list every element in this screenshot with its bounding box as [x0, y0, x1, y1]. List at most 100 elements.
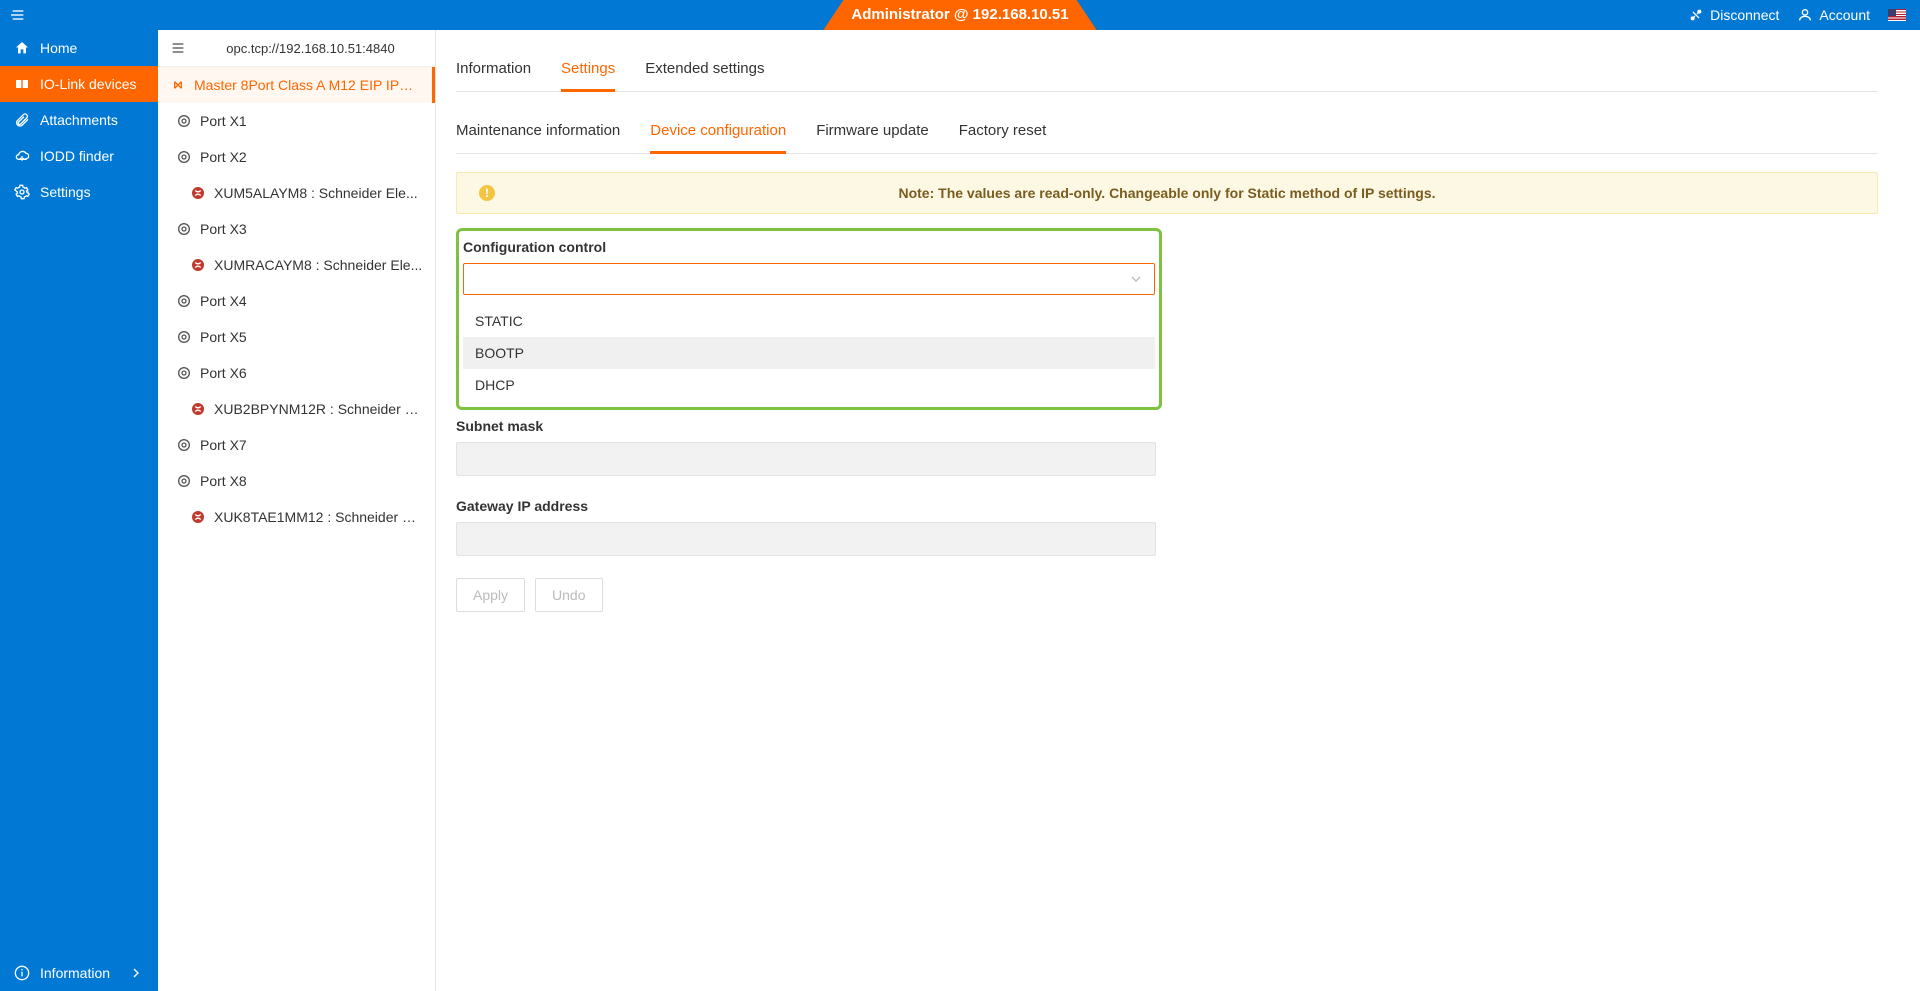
port-icon: [176, 473, 192, 489]
tree-device[interactable]: XUB2BPYNM12R : Schneider E...: [158, 391, 435, 427]
note-text: Note: The values are read-only. Changeab…: [898, 185, 1435, 201]
config-control-dropdown: STATIC BOOTP DHCP: [463, 305, 1155, 401]
tab-information[interactable]: Information: [456, 50, 531, 91]
tree-port-label: Port X5: [200, 329, 247, 345]
port-icon: [176, 365, 192, 381]
home-icon: [14, 40, 30, 56]
apply-button[interactable]: Apply: [456, 578, 525, 612]
nav-label: Settings: [40, 184, 91, 200]
subtab-firmware[interactable]: Firmware update: [816, 114, 929, 153]
disconnect-icon: [1688, 7, 1704, 23]
tree-port-label: Port X1: [200, 113, 247, 129]
port-icon: [176, 221, 192, 237]
paperclip-icon: [14, 112, 30, 128]
main-content: Information Settings Extended settings M…: [436, 30, 1920, 991]
tree-port-label: Port X2: [200, 149, 247, 165]
tree-root[interactable]: Master 8Port Class A M12 EIP IP67 ...: [158, 67, 435, 103]
port-icon: [176, 293, 192, 309]
tree-port-label: Port X4: [200, 293, 247, 309]
tree-device[interactable]: XUK8TAE1MM12 : Schneider E...: [158, 499, 435, 535]
nav-label: Attachments: [40, 112, 118, 128]
tree-port[interactable]: Port X6: [158, 355, 435, 391]
config-control-select[interactable]: [463, 263, 1155, 295]
disconnect-label: Disconnect: [1710, 7, 1779, 23]
device-icon: [190, 509, 206, 525]
warning-icon: !: [479, 185, 495, 201]
menu-toggle-icon[interactable]: [10, 7, 26, 23]
tree-list: Master 8Port Class A M12 EIP IP67 ... Po…: [158, 67, 435, 991]
option-bootp[interactable]: BOOTP: [463, 337, 1155, 369]
nav-iolink-devices[interactable]: IO-Link devices: [0, 66, 158, 102]
subnet-label: Subnet mask: [456, 418, 1878, 434]
tree-port-label: Port X7: [200, 437, 247, 453]
subtab-factory-reset[interactable]: Factory reset: [959, 114, 1047, 153]
tree-header: opc.tcp://192.168.10.51:4840: [158, 30, 435, 67]
topbar: Administrator @ 192.168.10.51 Disconnect…: [0, 0, 1920, 30]
nav-settings[interactable]: Settings: [0, 174, 158, 210]
tree-port-label: Port X6: [200, 365, 247, 381]
nav-information[interactable]: Information: [0, 955, 158, 991]
tree-device[interactable]: XUM5ALAYM8 : Schneider Ele...: [158, 175, 435, 211]
gateway-label: Gateway IP address: [456, 498, 1878, 514]
tree-device-label: XUK8TAE1MM12 : Schneider E...: [214, 509, 423, 525]
port-icon: [176, 113, 192, 129]
tree-device-label: XUM5ALAYM8 : Schneider Ele...: [214, 185, 418, 201]
disconnect-link[interactable]: Disconnect: [1688, 7, 1779, 23]
devices-icon: [14, 76, 30, 92]
tabs-primary: Information Settings Extended settings: [456, 50, 1878, 92]
device-icon: [190, 185, 206, 201]
nav-label: IODD finder: [40, 148, 114, 164]
gateway-input: [456, 522, 1156, 556]
tree-url: opc.tcp://192.168.10.51:4840: [198, 41, 423, 56]
chevron-down-icon: [1128, 271, 1144, 287]
tree-device-label: XUMRACAYM8 : Schneider Ele...: [214, 257, 422, 273]
account-link[interactable]: Account: [1797, 7, 1870, 23]
tree-device[interactable]: XUMRACAYM8 : Schneider Ele...: [158, 247, 435, 283]
account-label: Account: [1819, 7, 1870, 23]
nav-attachments[interactable]: Attachments: [0, 102, 158, 138]
nav-iodd-finder[interactable]: IODD finder: [0, 138, 158, 174]
chevron-right-icon: [128, 965, 144, 981]
button-row: Apply Undo: [456, 578, 1878, 612]
cloud-icon: [14, 148, 30, 164]
option-static[interactable]: STATIC: [463, 305, 1155, 337]
subtab-device-config[interactable]: Device configuration: [650, 114, 786, 154]
nav-label: Information: [40, 965, 110, 981]
tree-port[interactable]: Port X5: [158, 319, 435, 355]
account-icon: [1797, 7, 1813, 23]
tab-settings[interactable]: Settings: [561, 50, 615, 92]
device-icon: [190, 257, 206, 273]
sidebar-spacer: [0, 210, 158, 955]
tree-port-label: Port X3: [200, 221, 247, 237]
collapse-tree-icon[interactable]: [170, 40, 186, 56]
tree-device-label: XUB2BPYNM12R : Schneider E...: [214, 401, 423, 417]
option-dhcp[interactable]: DHCP: [463, 369, 1155, 401]
port-icon: [176, 149, 192, 165]
tree-port-label: Port X8: [200, 473, 247, 489]
subtab-maintenance[interactable]: Maintenance information: [456, 114, 620, 153]
tree-port[interactable]: Port X3: [158, 211, 435, 247]
tree-port[interactable]: Port X2: [158, 139, 435, 175]
nav-label: Home: [40, 40, 77, 56]
topbar-left: [0, 7, 26, 23]
topbar-right: Disconnect Account: [1688, 7, 1920, 23]
tree-port[interactable]: Port X8: [158, 463, 435, 499]
readonly-note: ! Note: The values are read-only. Change…: [456, 172, 1878, 214]
subnet-input: [456, 442, 1156, 476]
info-icon: [14, 965, 30, 981]
connection-banner: Administrator @ 192.168.10.51: [823, 0, 1096, 30]
tab-extended-settings[interactable]: Extended settings: [645, 50, 764, 91]
gear-icon: [14, 184, 30, 200]
tree-port[interactable]: Port X1: [158, 103, 435, 139]
master-device-icon: [170, 77, 186, 93]
tree-port[interactable]: Port X7: [158, 427, 435, 463]
undo-button[interactable]: Undo: [535, 578, 602, 612]
port-icon: [176, 329, 192, 345]
sidebar: Home IO-Link devices Attachments IODD fi…: [0, 30, 158, 991]
nav-home[interactable]: Home: [0, 30, 158, 66]
tree-root-label: Master 8Port Class A M12 EIP IP67 ...: [194, 77, 420, 93]
port-icon: [176, 437, 192, 453]
flag-icon[interactable]: [1888, 9, 1906, 21]
config-control-label: Configuration control: [459, 239, 1159, 255]
tree-port[interactable]: Port X4: [158, 283, 435, 319]
